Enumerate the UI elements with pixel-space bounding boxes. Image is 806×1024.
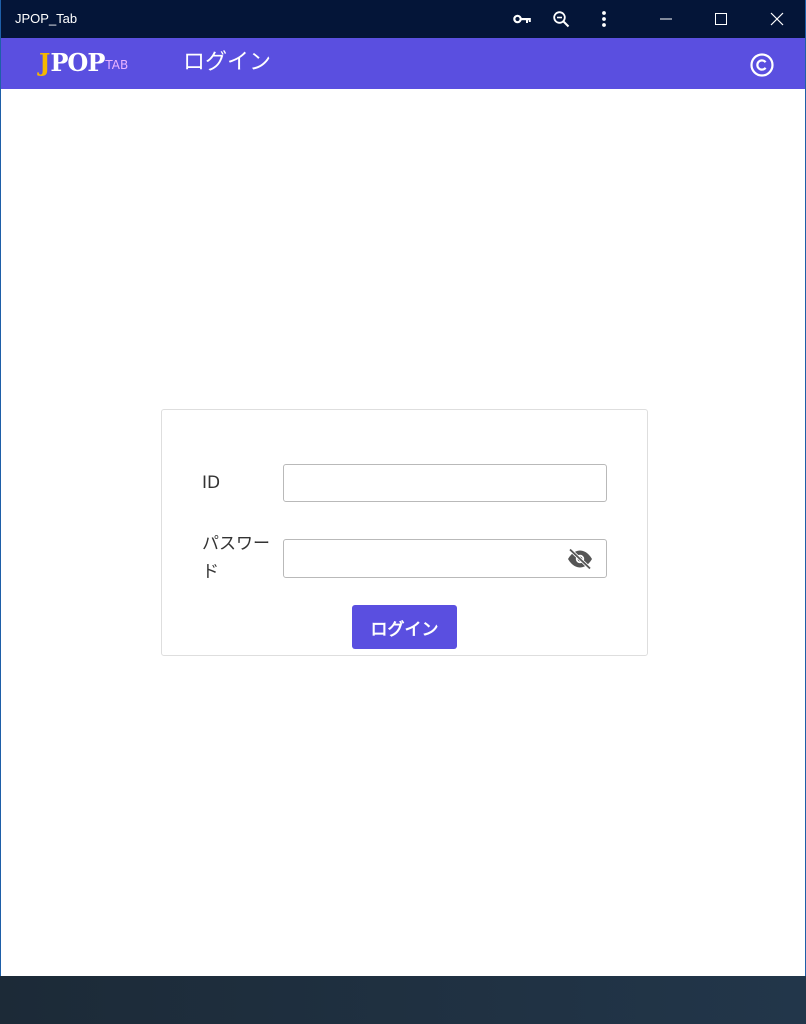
login-button[interactable]: ログイン	[352, 605, 457, 649]
maximize-icon[interactable]	[701, 0, 741, 38]
logo-pop: POP	[50, 48, 105, 77]
window-title: JPOP_Tab	[15, 11, 78, 26]
logo-tab: TAB	[105, 57, 129, 72]
page-title: ログイン	[183, 50, 272, 75]
zoom-out-icon[interactable]	[541, 0, 581, 38]
id-label: ID	[202, 473, 221, 493]
minimize-icon[interactable]	[646, 0, 686, 38]
password-label-line2: ド	[202, 562, 219, 582]
more-vert-icon[interactable]	[584, 0, 624, 38]
app-logo: JPOPTAB	[39, 50, 128, 76]
password-label-line1: パスワー	[202, 534, 270, 554]
key-icon[interactable]	[502, 0, 542, 38]
copyright-icon[interactable]	[749, 52, 775, 78]
eye-off-icon[interactable]	[564, 546, 596, 572]
close-icon[interactable]	[757, 0, 797, 38]
logo-letter-j: J	[39, 48, 51, 77]
desktop-taskbar	[0, 976, 806, 1024]
id-input[interactable]	[283, 464, 607, 502]
window-titlebar: JPOP_Tab	[1, 0, 805, 38]
app-window: JPOP_Tab JPOPTAB ログイン ID パスワー ド ログイン	[0, 0, 806, 976]
password-input[interactable]	[283, 539, 607, 578]
